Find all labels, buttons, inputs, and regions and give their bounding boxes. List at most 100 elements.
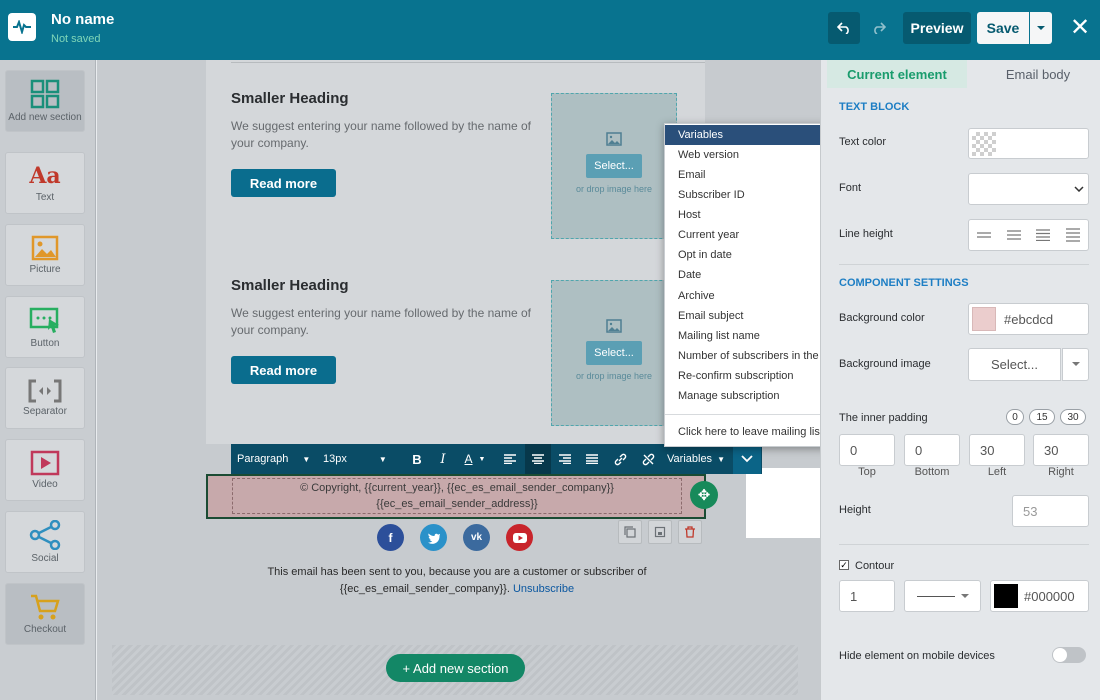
paragraph-select-label: Paragraph — [237, 453, 289, 465]
font-select[interactable] — [968, 173, 1089, 205]
paragraph-select[interactable]: Paragraph ▼ — [237, 444, 317, 474]
tool-label: Separator — [23, 406, 67, 417]
move-handle-icon[interactable]: ✥ — [690, 481, 718, 509]
block-heading[interactable]: Smaller Heading — [231, 90, 349, 107]
image-placeholder[interactable]: Select... or drop image here — [551, 280, 677, 426]
bold-button[interactable]: B — [405, 444, 429, 474]
legal-text[interactable]: This email has been sent to you, because… — [257, 564, 657, 598]
youtube-icon[interactable] — [506, 524, 533, 551]
menu-item-leave-list[interactable]: Click here to leave mailing list — [665, 422, 842, 442]
link-button[interactable] — [609, 444, 631, 474]
collapse-toolbar-button[interactable] — [733, 444, 761, 474]
italic-button[interactable]: I — [431, 444, 455, 474]
padding-top-input[interactable]: 0 — [839, 434, 895, 466]
text-color-icon: A — [464, 452, 473, 466]
panel-divider — [839, 264, 1089, 265]
padding-preset-30[interactable]: 30 — [1060, 409, 1086, 425]
contour-color-picker[interactable]: #000000 — [990, 580, 1089, 612]
contour-checkbox[interactable]: ✓ — [839, 560, 849, 570]
menu-item-variables[interactable]: Variables — [665, 125, 842, 145]
align-center-button[interactable] — [525, 444, 551, 474]
document-title[interactable]: No name — [51, 11, 114, 28]
menu-item-opt-in-date[interactable]: Opt in date — [665, 245, 842, 265]
menu-item-email[interactable]: Email — [665, 165, 842, 185]
padding-bottom-input[interactable]: 0 — [904, 434, 960, 466]
block-heading[interactable]: Smaller Heading — [231, 277, 349, 294]
variables-button[interactable]: Variables ▼ — [663, 444, 729, 474]
add-section-button[interactable]: + Add new section — [386, 654, 525, 682]
tool-button[interactable]: Button — [5, 296, 85, 358]
block-text[interactable]: We suggest entering your name followed b… — [231, 118, 531, 152]
image-select-button[interactable]: Select... — [586, 154, 642, 178]
padding-right-input[interactable]: 30 — [1033, 434, 1089, 466]
menu-item-host[interactable]: Host — [665, 205, 842, 225]
padding-preset-0[interactable]: 0 — [1006, 409, 1024, 425]
line-height-4-icon[interactable] — [1058, 220, 1088, 250]
selected-text-block[interactable]: © Copyright, {{current_year}}, {{ec_es_e… — [206, 474, 706, 519]
text-icon: Aa — [29, 163, 61, 189]
bg-color-picker[interactable]: #ebcdcd — [968, 303, 1089, 335]
line-height-2-icon[interactable] — [999, 220, 1029, 250]
footer-text[interactable]: © Copyright, {{current_year}}, {{ec_es_e… — [232, 478, 682, 514]
menu-item-archive[interactable]: Archive — [665, 286, 842, 306]
tool-text[interactable]: Aa Text — [5, 152, 85, 214]
menu-item-subscriber-id[interactable]: Subscriber ID — [665, 185, 842, 205]
tool-separator[interactable]: Separator — [5, 367, 85, 429]
tool-social[interactable]: Social — [5, 511, 85, 573]
padding-left-input[interactable]: 30 — [969, 434, 1025, 466]
twitter-icon[interactable] — [420, 524, 447, 551]
image-placeholder[interactable]: Select... or drop image here — [551, 93, 677, 239]
unlink-button[interactable] — [637, 444, 659, 474]
align-right-button[interactable] — [554, 444, 576, 474]
tool-video[interactable]: Video — [5, 439, 85, 501]
height-input[interactable]: 53 — [1012, 495, 1089, 527]
tool-checkout[interactable]: Checkout — [5, 583, 85, 645]
menu-item-date[interactable]: Date — [665, 265, 842, 285]
align-left-button[interactable] — [499, 444, 521, 474]
read-more-button[interactable]: Read more — [231, 169, 336, 197]
delete-block-button[interactable] — [678, 520, 702, 544]
line-height-1-icon[interactable] — [969, 220, 999, 250]
hide-mobile-toggle[interactable] — [1052, 647, 1086, 663]
preview-button[interactable]: Preview — [903, 12, 971, 44]
tab-email-body[interactable]: Email body — [968, 60, 1100, 88]
bg-image-dropdown-button[interactable] — [1062, 348, 1089, 381]
unsubscribe-link[interactable]: Unsubscribe — [513, 583, 574, 595]
close-icon[interactable]: ✕ — [1068, 16, 1092, 40]
menu-item-subscriber-count[interactable]: Number of subscribers in the list — [665, 346, 842, 366]
block-text[interactable]: We suggest entering your name followed b… — [231, 305, 531, 339]
save-button[interactable]: Save — [977, 12, 1029, 44]
padding-preset-15[interactable]: 15 — [1029, 409, 1055, 425]
text-color-button[interactable]: A ▼ — [459, 444, 491, 474]
menu-item-mailing-list-name[interactable]: Mailing list name — [665, 326, 842, 346]
menu-item-email-subject[interactable]: Email subject — [665, 306, 842, 326]
redo-button[interactable] — [862, 12, 896, 44]
menu-item-manage-subscription[interactable]: Manage subscription — [665, 386, 842, 406]
text-color-picker[interactable] — [968, 128, 1089, 159]
tool-add-section[interactable]: Add new section — [5, 70, 85, 132]
chevron-down-icon — [1037, 25, 1045, 30]
save-block-button[interactable] — [648, 520, 672, 544]
font-size-select[interactable]: 13px ▼ — [323, 444, 403, 474]
menu-item-reconfirm[interactable]: Re-confirm subscription — [665, 366, 842, 386]
menu-item-web-version[interactable]: Web version — [665, 145, 842, 165]
image-select-button[interactable]: Select... — [586, 341, 642, 365]
justify-button[interactable] — [581, 444, 603, 474]
save-dropdown-button[interactable] — [1030, 12, 1052, 44]
contour-width-input[interactable]: 1 — [839, 580, 895, 612]
facebook-icon[interactable]: f — [377, 524, 404, 551]
read-more-button[interactable]: Read more — [231, 356, 336, 384]
vk-icon[interactable]: vk — [463, 524, 490, 551]
bg-color-value: #ebcdcd — [1004, 311, 1054, 327]
trash-icon — [685, 526, 695, 538]
tool-label: Social — [31, 553, 59, 564]
bg-image-select-button[interactable]: Select... — [968, 348, 1061, 381]
video-icon — [30, 450, 60, 476]
contour-style-select[interactable] — [904, 580, 981, 612]
duplicate-button[interactable] — [618, 520, 642, 544]
undo-button[interactable] — [828, 12, 860, 44]
tab-current-element[interactable]: Current element — [827, 60, 967, 88]
tool-picture[interactable]: Picture — [5, 224, 85, 286]
menu-item-current-year[interactable]: Current year — [665, 225, 842, 245]
line-height-3-icon[interactable] — [1029, 220, 1059, 250]
